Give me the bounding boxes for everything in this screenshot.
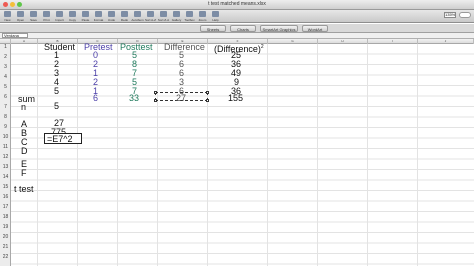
import-icon [56, 11, 63, 17]
cell-formula-entry[interactable]: =E7^2 [47, 134, 73, 144]
gallery-icon [173, 11, 180, 17]
cell-student-header[interactable]: Student [44, 42, 75, 52]
toolbar-redo-button[interactable]: Redo [119, 10, 130, 23]
row-header-1[interactable]: 1 [0, 44, 11, 50]
help-icon [212, 11, 219, 17]
worksheet-grid[interactable] [11, 44, 474, 266]
ribbon-tab-sheets[interactable]: Sheets [200, 25, 226, 32]
new-icon [4, 11, 11, 17]
toolbar-autosum-button[interactable]: AutoSum [131, 10, 144, 23]
standard-toolbar: New Open Save Print Import Copy Paste Fo… [0, 10, 474, 23]
undo-icon [108, 11, 115, 17]
cell-n-label[interactable]: n [21, 102, 26, 112]
ribbon-tab-wordart[interactable]: WordArt [302, 25, 328, 32]
toolbar-paste-button[interactable]: Paste [80, 10, 91, 23]
cell-n-value[interactable]: 5 [54, 101, 59, 111]
selection-handle-bottom-left[interactable] [154, 99, 157, 102]
row-header-3[interactable]: 3 [0, 64, 11, 70]
cell-difference-sum[interactable]: 27 [176, 93, 186, 103]
elements-gallery-ribbon: Sheets Charts SmartArt Graphics WordArt [0, 24, 474, 33]
row-header-21[interactable]: 21 [0, 244, 11, 250]
cell-diff-squared-sum[interactable]: 155 [228, 93, 243, 103]
title-bar: t test matched means.xlsx [0, 0, 474, 10]
toolbox-icon [186, 11, 193, 17]
toolbar-sort-desc-button[interactable]: Sort Z-A [158, 10, 169, 23]
cell-student-5[interactable]: 5 [54, 86, 59, 96]
toolbar-gallery-button[interactable]: Gallery [171, 10, 182, 23]
font-name-box[interactable]: Verdana [2, 33, 28, 38]
copy-icon [69, 11, 76, 17]
search-field[interactable] [459, 12, 471, 18]
window-title: t test matched means.xlsx [208, 1, 266, 7]
row-header-15[interactable]: 15 [0, 184, 11, 190]
cell-label-d[interactable]: D [21, 146, 28, 156]
row-header-17[interactable]: 17 [0, 204, 11, 210]
zoom-icon [199, 11, 206, 17]
toolbar-format-button[interactable]: Format [93, 10, 104, 23]
autosum-icon [134, 11, 141, 17]
row-header-6[interactable]: 6 [0, 94, 11, 100]
print-icon [43, 11, 50, 17]
cell-posttest-sum[interactable]: 33 [129, 93, 139, 103]
row-header-13[interactable]: 13 [0, 164, 11, 170]
row-header-10[interactable]: 10 [0, 134, 11, 140]
toolbar-save-button[interactable]: Save [28, 10, 39, 23]
row-header-9[interactable]: 9 [0, 124, 11, 130]
row-header-11[interactable]: 11 [0, 144, 11, 150]
row-header-2[interactable]: 2 [0, 54, 11, 60]
toolbar-import-button[interactable]: Import [54, 10, 65, 23]
row-header-20[interactable]: 20 [0, 234, 11, 240]
sort-asc-icon [147, 11, 154, 17]
toolbar-zoom-button[interactable]: Zoom [197, 10, 208, 23]
row-header-14[interactable]: 14 [0, 174, 11, 180]
format-icon [95, 11, 102, 17]
cell-t-test-label[interactable]: t test [14, 184, 34, 194]
cell-pretest-header[interactable]: Pretest [84, 42, 113, 52]
ribbon-tab-charts[interactable]: Charts [230, 25, 256, 32]
row-header-4[interactable]: 4 [0, 74, 11, 80]
row-headers: 1 2 3 4 5 6 7 8 9 10 11 12 13 14 15 16 1… [0, 44, 11, 266]
toolbar-copy-button[interactable]: Copy [67, 10, 78, 23]
row-header-16[interactable]: 16 [0, 194, 11, 200]
toolbar-new-button[interactable]: New [2, 10, 13, 23]
selection-handle-top-right[interactable] [206, 91, 209, 94]
save-icon [30, 11, 37, 17]
selection-handle-bottom-right[interactable] [206, 99, 209, 102]
row-header-12[interactable]: 12 [0, 154, 11, 160]
toolbar-print-button[interactable]: Print [41, 10, 52, 23]
toolbar-help-button[interactable]: Help [210, 10, 221, 23]
toolbar-toolbox-button[interactable]: Toolbox [184, 10, 195, 23]
toolbar-sort-asc-button[interactable]: Sort A-Z [145, 10, 156, 23]
cell-pretest-sum[interactable]: 6 [93, 93, 98, 103]
row-header-19[interactable]: 19 [0, 224, 11, 230]
row-header-18[interactable]: 18 [0, 214, 11, 220]
cell-difference-header[interactable]: Difference [164, 42, 205, 52]
sort-desc-icon [160, 11, 167, 17]
zoom-level-field[interactable]: 135% [444, 12, 456, 18]
selection-handle-top-left[interactable] [154, 91, 157, 94]
row-header-7[interactable]: 7 [0, 104, 11, 110]
ribbon-tab-smartart[interactable]: SmartArt Graphics [260, 25, 298, 32]
row-header-22[interactable]: 22 [0, 254, 11, 260]
row-header-5[interactable]: 5 [0, 84, 11, 90]
toolbar-undo-button[interactable]: Undo [106, 10, 117, 23]
toolbar-open-button[interactable]: Open [15, 10, 26, 23]
paste-icon [82, 11, 89, 17]
redo-icon [121, 11, 128, 17]
open-icon [17, 11, 24, 17]
row-header-8[interactable]: 8 [0, 114, 11, 120]
cell-label-f[interactable]: F [21, 168, 27, 178]
